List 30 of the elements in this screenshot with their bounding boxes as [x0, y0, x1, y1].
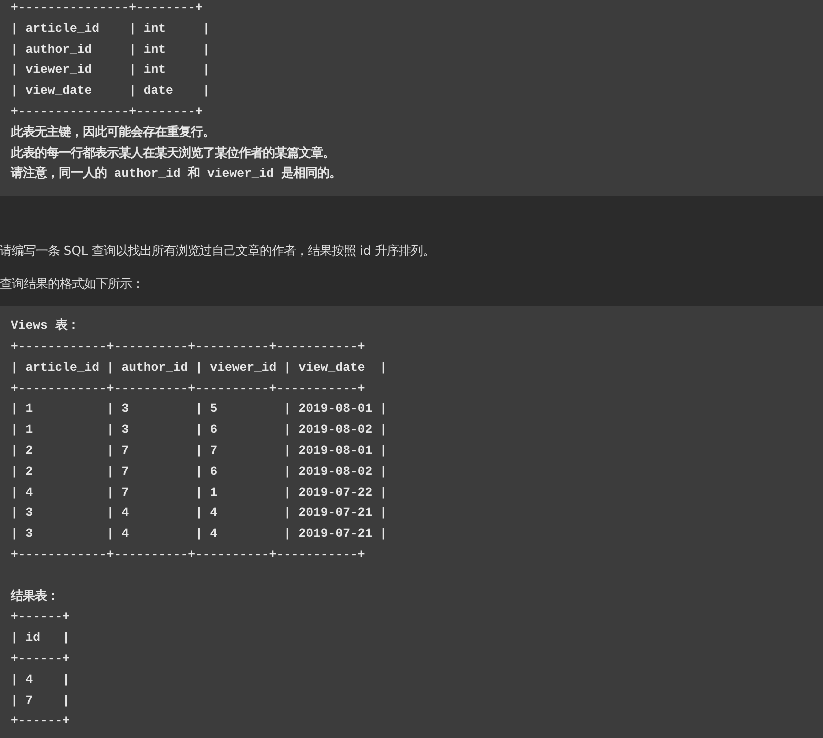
code-line: +------+ — [11, 650, 72, 668]
code-line: | article_id | author_id | viewer_id | view_date | — [11, 360, 388, 377]
code-line: 此表无主键，因此可能会存在重复行。 — [11, 124, 216, 142]
code-line: | 3 | 4 | 4 | 2019-07-21 | — [11, 505, 388, 522]
code-line: +---------------+--------+ — [11, 104, 204, 121]
code-line: | 1 | 3 | 6 | 2019-08-02 | — [11, 422, 388, 440]
code-line: +------+ — [11, 713, 72, 730]
code-line: | 2 | 7 | 6 | 2019-08-02 | — [11, 464, 388, 481]
code-line: +------------+----------+----------+-----------+ — [11, 546, 366, 564]
code-line: 请注意，同一人的 author_id 和 viewer_id 是相同的。 — [11, 165, 342, 184]
code-line: +------------+----------+----------+-----------+ — [11, 338, 366, 356]
code-line: +---------------+--------+ — [11, 0, 204, 17]
paragraph: 请编写一条 SQL 查询以找出所有浏览过自己文章的作者，结果按照 id 升序排列。 — [0, 243, 436, 260]
code-line: +------------+----------+----------+-----------+ — [11, 380, 366, 398]
code-line: 此表的每一行都表示某人在某天浏览了某位作者的某篇文章。 — [11, 145, 336, 163]
code-line: | 7 | — [11, 692, 72, 710]
code-line: | 4 | 7 | 1 | 2019-07-22 | — [11, 484, 388, 502]
code-line: | 2 | 7 | 7 | 2019-08-01 | — [11, 442, 388, 460]
code-line: | article_id | int | — [11, 20, 212, 38]
code-line: | 3 | 4 | 4 | 2019-07-21 | — [11, 526, 388, 544]
paragraph: 查询结果的格式如下所示： — [0, 276, 144, 294]
code-line: | view_date | date | — [11, 83, 212, 100]
code-line: | 4 | — [11, 672, 72, 689]
code-line: +------+ — [11, 609, 72, 626]
code-line: | 1 | 3 | 5 | 2019-08-01 | — [11, 401, 388, 418]
code-line: | id | — [11, 630, 72, 648]
code-line: 结果表： — [11, 588, 60, 606]
code-line: | viewer_id | int | — [11, 62, 212, 80]
code-line: Views 表： — [11, 318, 80, 336]
code-line: | author_id | int | — [11, 42, 212, 59]
